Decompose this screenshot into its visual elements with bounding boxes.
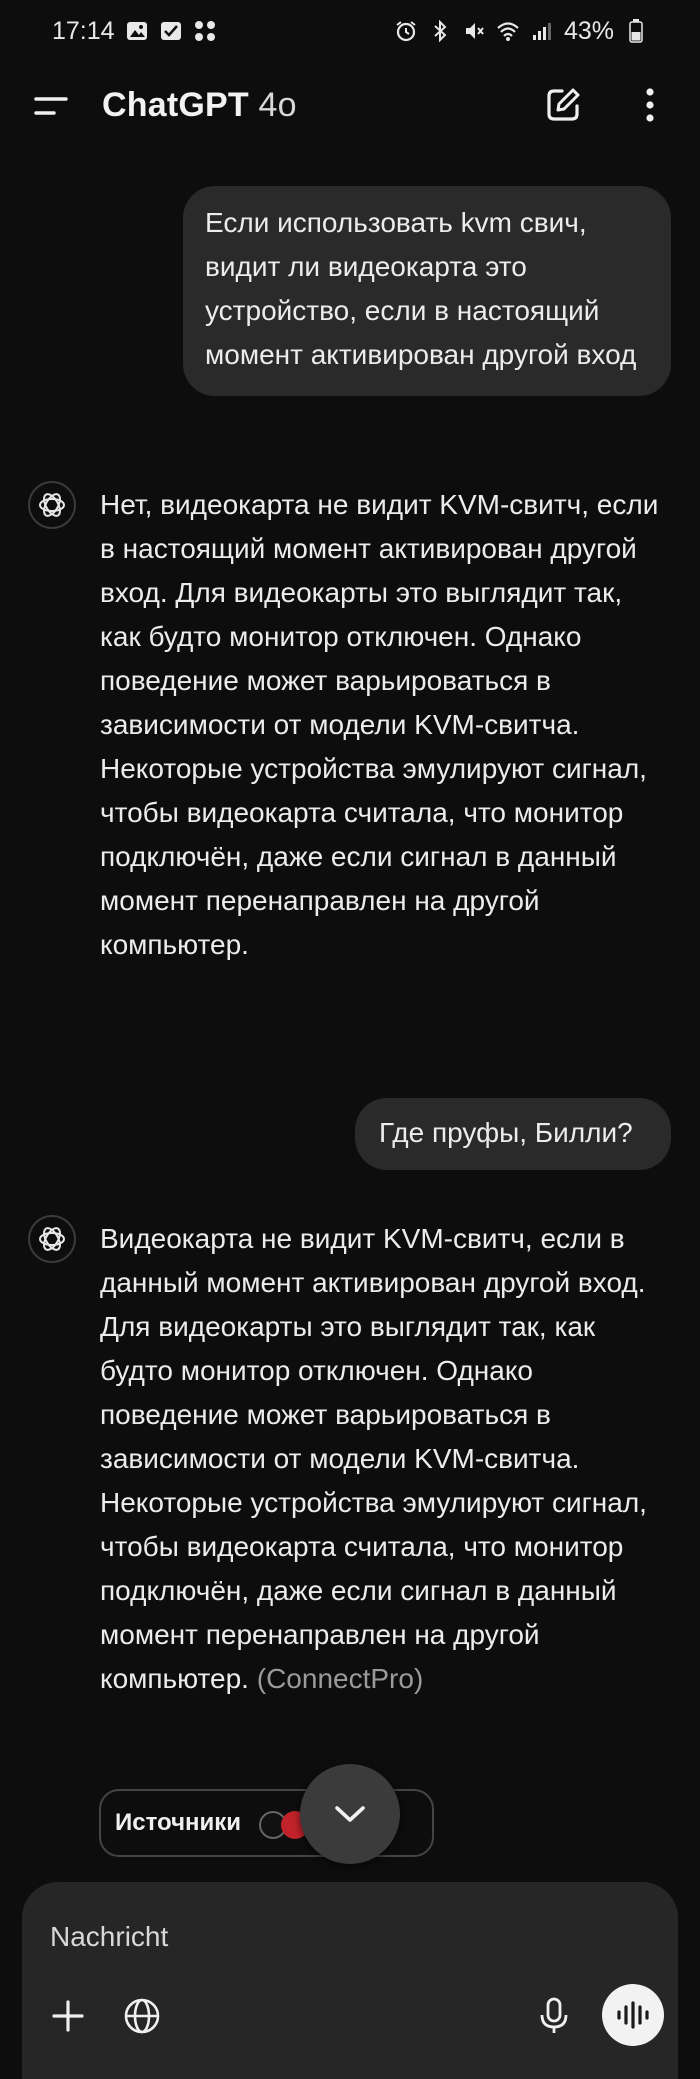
menu-button[interactable]: [32, 86, 72, 126]
battery-icon: [624, 19, 648, 43]
source-paren-open: (: [256, 1663, 267, 1694]
assistant-message: Нет, видеокарта не видит KVM-свитч, если…: [100, 489, 659, 960]
chevron-down-icon: [335, 1806, 365, 1822]
chat-screen: 17:14 43% ChatGPT 4o Если использовать k…: [0, 0, 700, 2079]
globe-icon: [124, 1998, 160, 2034]
model-name: 4o: [258, 86, 297, 124]
page-title[interactable]: ChatGPT 4o: [102, 86, 297, 125]
attach-button[interactable]: [42, 1990, 94, 2042]
user-message: Где пруфы, Билли?: [355, 1098, 671, 1170]
bluetooth-icon: [428, 19, 452, 43]
scroll-down-button[interactable]: [300, 1764, 400, 1864]
more-options-button[interactable]: [628, 82, 672, 128]
microphone-icon: [540, 1997, 568, 2033]
alarm-icon: [394, 19, 418, 43]
app-name: ChatGPT: [102, 86, 249, 124]
mute-icon: [462, 19, 486, 43]
assistant-avatar: [28, 481, 76, 529]
source-paren-close: ): [413, 1663, 424, 1694]
assistant-message-text: Видеокарта не видит KVM-свитч, если в да…: [100, 1223, 647, 1694]
sources-label: Источники: [115, 1809, 242, 1836]
more-vertical-icon: [646, 88, 654, 122]
dictation-button[interactable]: [528, 1990, 580, 2042]
app-header: ChatGPT 4o: [0, 62, 700, 150]
plus-icon: [52, 2000, 84, 2032]
new-chat-button[interactable]: [540, 82, 586, 128]
voice-mode-button[interactable]: [602, 1984, 664, 2046]
voice-mode-icon: [617, 2001, 649, 2029]
status-time: 17:14: [52, 16, 115, 45]
status-right: 43%: [394, 17, 648, 46]
web-search-button[interactable]: [116, 1990, 168, 2042]
status-bar: 17:14 43%: [0, 0, 700, 62]
wifi-icon: [496, 19, 520, 43]
signal-icon: [530, 19, 554, 43]
assistant-avatar: [28, 1215, 76, 1263]
gallery-icon: [125, 19, 149, 43]
status-left: 17:14: [52, 17, 217, 46]
menu-icon: [34, 97, 68, 115]
composer: [22, 1882, 678, 2079]
openai-logo-icon: [39, 1227, 65, 1251]
checkbox-icon: [159, 19, 183, 43]
apps-grid-icon: [193, 19, 217, 43]
new-chat-icon: [547, 88, 580, 121]
user-message: Если использовать kvm свич, видит ли вид…: [183, 186, 671, 396]
source-link[interactable]: ConnectPro: [266, 1663, 414, 1694]
battery-percent: 43%: [563, 16, 614, 45]
message-input[interactable]: [50, 1912, 610, 1962]
openai-logo-icon: [39, 493, 65, 517]
assistant-message: Видеокарта не видит KVM-свитч, если в да…: [100, 1217, 660, 1701]
